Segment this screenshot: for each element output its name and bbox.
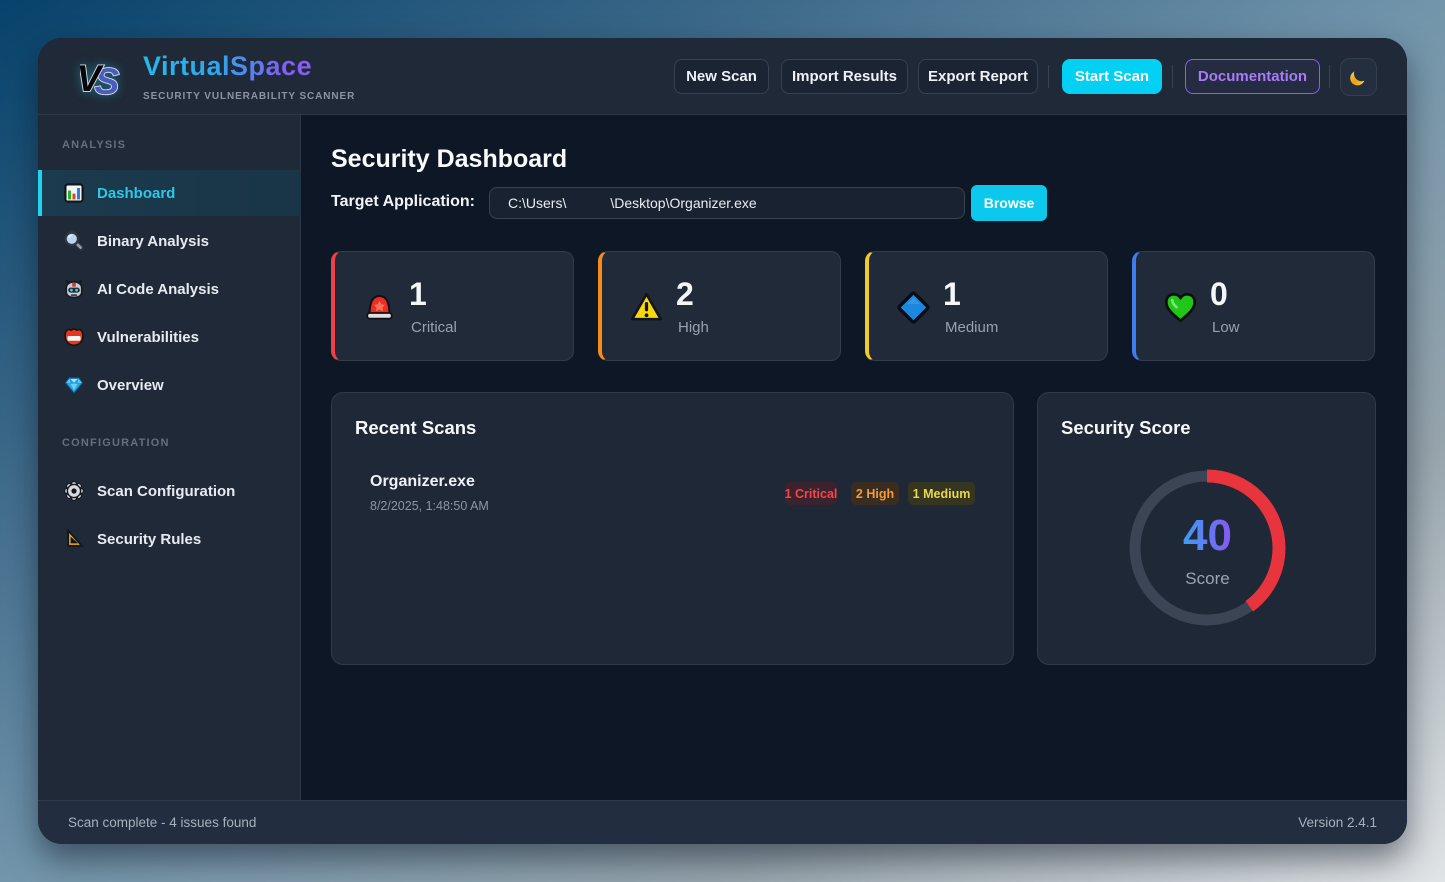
svg-text:V: V (80, 58, 105, 97)
